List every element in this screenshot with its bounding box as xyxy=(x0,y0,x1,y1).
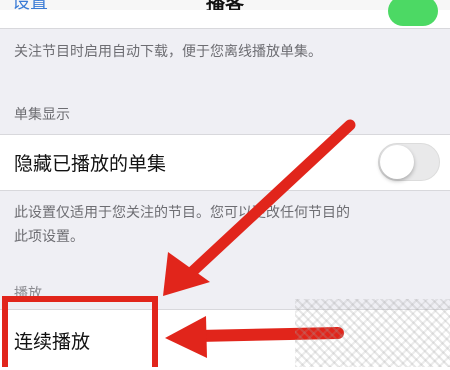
watermark xyxy=(295,299,450,367)
annotation-arrow-diagonal xyxy=(163,119,356,296)
